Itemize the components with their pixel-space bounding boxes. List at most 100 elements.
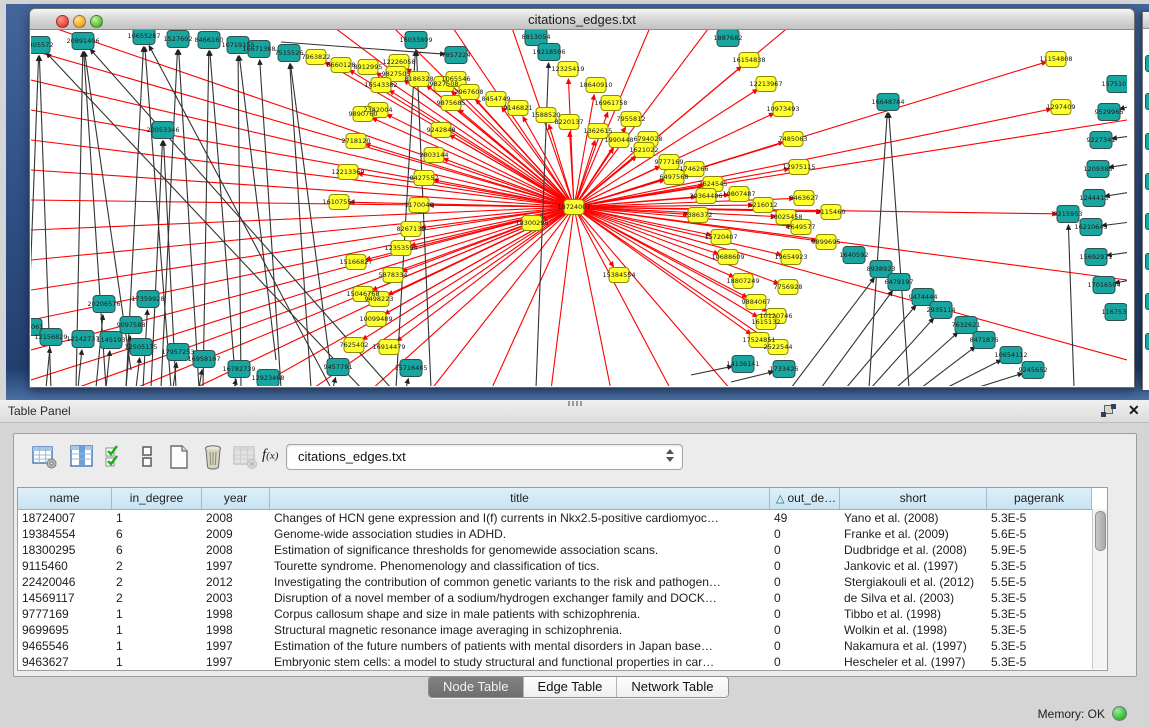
- graph-node-label: 12325419: [551, 65, 584, 73]
- table-cell: 22420046: [18, 574, 112, 590]
- dropdown-stepper-icon: [666, 449, 675, 465]
- table-cell: 2008: [202, 510, 270, 526]
- citation-edge[interactable]: [210, 51, 236, 386]
- network-canvas[interactable]: 1872400718300295796382286601288912995122…: [31, 30, 1127, 386]
- column-header-out_de[interactable]: △out_de…: [770, 488, 840, 509]
- citation-edge[interactable]: [574, 207, 611, 386]
- citation-graph[interactable]: 1872400718300295796382286601288912995122…: [31, 30, 1127, 386]
- graph-node[interactable]: [1145, 133, 1149, 150]
- tab-network-table[interactable]: Network Table: [617, 677, 727, 697]
- table-row[interactable]: 969969511998Structural magnetic resonanc…: [18, 622, 1092, 638]
- citation-edge[interactable]: [1068, 225, 1074, 386]
- citation-edge[interactable]: [179, 50, 199, 386]
- citation-edge[interactable]: [871, 318, 934, 386]
- graph-node[interactable]: [1145, 55, 1149, 72]
- citation-edge[interactable]: [46, 348, 50, 386]
- table-source-dropdown[interactable]: citations_edges.txt: [286, 444, 683, 470]
- citation-edge[interactable]: [203, 51, 209, 386]
- citation-edge[interactable]: [260, 60, 281, 386]
- citation-edge[interactable]: [31, 207, 574, 290]
- graph-node[interactable]: [1145, 213, 1149, 230]
- network-window: citations_edges.txt 18724007183002957963…: [29, 8, 1135, 388]
- function-builder-icon[interactable]: f(x): [262, 447, 288, 473]
- graph-node-label: 2522544: [764, 343, 793, 351]
- delete-table-icon[interactable]: [232, 444, 258, 470]
- table-row[interactable]: 946554611997Estimation of the future num…: [18, 638, 1092, 654]
- citation-edge[interactable]: [574, 207, 751, 334]
- citation-edge[interactable]: [31, 207, 574, 350]
- column-header-year[interactable]: year: [202, 488, 270, 509]
- graph-node-label: 19218506: [532, 48, 565, 56]
- citation-edge[interactable]: [406, 379, 408, 386]
- citation-edge[interactable]: [126, 47, 143, 386]
- graph-node-label: 9890760: [349, 110, 378, 118]
- float-panel-icon[interactable]: [1101, 404, 1116, 417]
- citation-edge[interactable]: [869, 113, 887, 386]
- citation-edge[interactable]: [333, 378, 335, 386]
- citation-edge[interactable]: [78, 350, 82, 386]
- table-row[interactable]: 2242004622012Investigating the contribut…: [18, 574, 1092, 590]
- table-cell: Wolkin et al. (1998): [840, 622, 987, 638]
- citation-edge[interactable]: [574, 207, 1127, 360]
- citation-edge[interactable]: [199, 370, 202, 386]
- sort-ascending-icon: △: [776, 493, 784, 505]
- graph-node-label: 16782739: [222, 365, 255, 373]
- panel-splitter-grip[interactable]: [568, 401, 582, 406]
- graph-node[interactable]: [1145, 173, 1149, 190]
- citation-edge[interactable]: [239, 56, 276, 360]
- citation-edge[interactable]: [568, 79, 574, 207]
- graph-node[interactable]: [1145, 293, 1149, 310]
- row-height-icon[interactable]: [134, 444, 160, 470]
- table-cell: 18300295: [18, 542, 112, 558]
- table-row[interactable]: 1938455462009Genome-wide association stu…: [18, 526, 1092, 542]
- citation-edge[interactable]: [358, 174, 574, 207]
- column-header-pagerank[interactable]: pagerank: [987, 488, 1092, 509]
- scrollbar-thumb[interactable]: [1095, 511, 1106, 551]
- table-row[interactable]: 1830029562008Estimation of significance …: [18, 542, 1092, 558]
- table-row[interactable]: 946362711997Embryonic stem cells: a mode…: [18, 654, 1092, 670]
- table-cell: Embryonic stem cells: a model to study s…: [270, 654, 770, 670]
- table-cell: 5.3E-5: [987, 510, 1092, 526]
- column-header-in_degree[interactable]: in_degree: [112, 488, 202, 509]
- graph-node-label: 1887682: [714, 34, 743, 42]
- table-vertical-scrollbar[interactable]: [1092, 509, 1107, 669]
- tab-edge-table[interactable]: Edge Table: [524, 677, 618, 697]
- table-row[interactable]: 1456911722003Disruption of a novel membe…: [18, 590, 1092, 606]
- table-row[interactable]: 977716911998Corpus callosum shape and si…: [18, 606, 1092, 622]
- table-row[interactable]: 1872400712008Changes of HCN gene express…: [18, 510, 1092, 526]
- citation-edge[interactable]: [976, 373, 1023, 386]
- memory-status-indicator[interactable]: [1112, 706, 1127, 721]
- select-columns-icon[interactable]: [104, 444, 130, 470]
- graph-node-label: 6794028: [634, 135, 663, 143]
- graph-node-label: 9498223: [365, 295, 394, 303]
- graph-node-label: 1362615: [584, 127, 613, 135]
- column-header-name[interactable]: name: [18, 488, 112, 509]
- citation-edge[interactable]: [551, 207, 574, 386]
- citation-edge[interactable]: [921, 347, 975, 386]
- new-table-icon[interactable]: [166, 444, 192, 470]
- citation-edge[interactable]: [96, 315, 103, 386]
- citation-edge[interactable]: [731, 372, 773, 382]
- table-cell: 5.3E-5: [987, 558, 1092, 574]
- graph-node-label: 1621022: [630, 146, 659, 154]
- show-columns-icon[interactable]: [69, 444, 95, 470]
- graph-node-label: 1244413: [1080, 194, 1109, 202]
- graph-node[interactable]: [1145, 93, 1149, 110]
- table-row[interactable]: 911546021997Tourette syndrome. Phenomeno…: [18, 558, 1092, 574]
- network-view-background: citations_edges.txt 18724007183002957963…: [6, 4, 1149, 400]
- tab-node-table[interactable]: Node Table: [429, 677, 524, 697]
- citation-edge[interactable]: [31, 140, 574, 207]
- delete-column-icon[interactable]: [200, 444, 226, 470]
- graph-node-label: 8813054: [522, 33, 551, 41]
- graph-node[interactable]: [1145, 253, 1149, 270]
- table-source-value: citations_edges.txt: [298, 449, 406, 464]
- network-window-titlebar[interactable]: citations_edges.txt: [30, 9, 1134, 30]
- table-settings-icon[interactable]: [32, 444, 58, 470]
- citation-edge[interactable]: [416, 51, 431, 386]
- close-panel-icon[interactable]: ✕: [1128, 402, 1140, 419]
- column-header-short[interactable]: short: [840, 488, 987, 509]
- column-header-title[interactable]: title: [270, 488, 770, 509]
- citation-edge[interactable]: [136, 358, 140, 386]
- citation-edge[interactable]: [821, 291, 892, 386]
- graph-node[interactable]: [1145, 333, 1149, 350]
